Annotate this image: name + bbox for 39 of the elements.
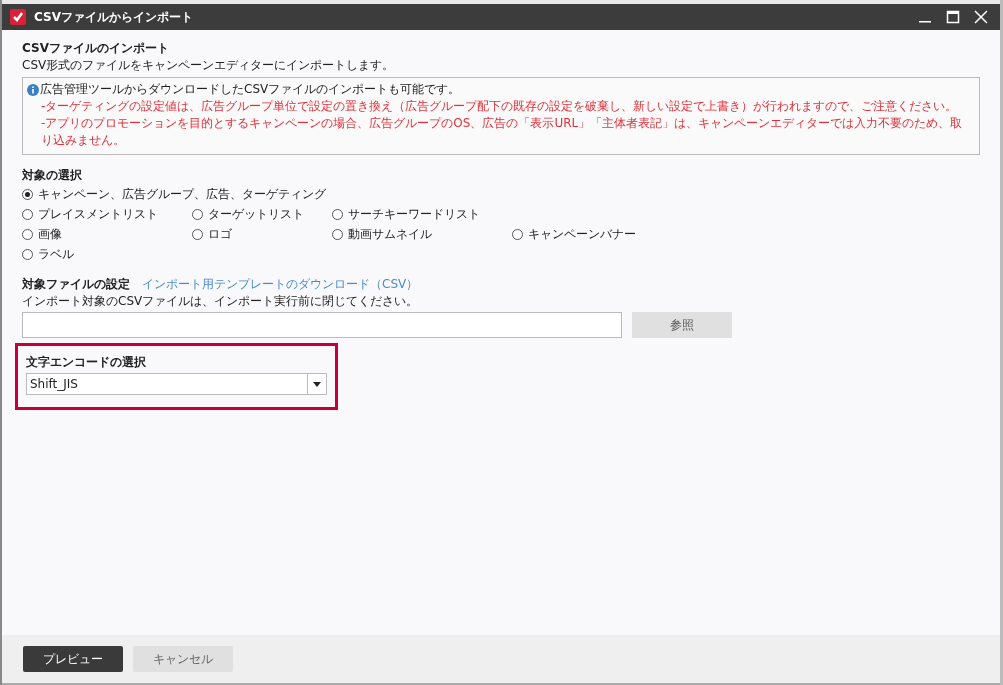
radio-option[interactable]: ロゴ <box>192 225 332 243</box>
encoding-dropdown[interactable]: Shift_JIS <box>26 373 327 395</box>
cancel-button[interactable]: キャンセル <box>133 646 233 672</box>
radio-option[interactable]: ラベル <box>22 245 74 263</box>
radio-button[interactable] <box>22 228 33 240</box>
radio-button[interactable] <box>332 228 343 240</box>
radio-option[interactable]: キャンペーンバナー <box>512 225 682 243</box>
file-path-field[interactable] <box>22 312 622 338</box>
radio-button[interactable] <box>332 208 343 220</box>
radio-button[interactable] <box>192 208 203 220</box>
info-text: 広告管理ツールからダウンロードしたCSVファイルのインポートも可能です。 <box>40 81 461 98</box>
section-title: 対象ファイルの設定 <box>22 276 130 293</box>
caret-icon <box>313 381 321 387</box>
radio-button[interactable] <box>22 208 33 220</box>
radio-option[interactable]: プレイスメントリスト <box>22 205 192 223</box>
warning-text: -ターゲティングの設定値は、広告グループ単位で設定の置き換え（広告グループ配下の既存の設定を破棄し、新しい設定で上書き）が行われますので、ご注意ください。 <box>40 98 959 115</box>
window-title: CSVファイルからインポート <box>34 8 193 26</box>
radio-button[interactable] <box>22 188 33 200</box>
note-text: インポート対象のCSVファイルは、インポート実行前に閉じてください。 <box>22 293 420 310</box>
description-text: CSV形式のファイルをキャンペーンエディターにインポートします。 <box>22 57 396 74</box>
radio-option[interactable]: 画像 <box>22 225 192 243</box>
warning-text: -アプリのプロモーションを目的とするキャンペーンの場合、広告グループのOS、広告の「表示URL」「主体者表記」は、キャンペーンエディターでは入力不要のため、取り込みません。 <box>40 115 964 149</box>
radio-option[interactable]: キャンペーン、広告グループ、広告、ターゲティング <box>22 185 326 203</box>
info-icon <box>27 83 39 96</box>
template-download-link[interactable]: インポート用テンプレートのダウンロード（CSV） <box>142 276 419 293</box>
radio-option[interactable]: 動画サムネイル <box>332 225 512 243</box>
section-title: CSVファイルのインポート <box>22 40 170 57</box>
preview-button[interactable]: プレビュー <box>23 646 123 672</box>
radio-option[interactable]: サーチキーワードリスト <box>332 205 512 223</box>
radio-option[interactable]: ターゲットリスト <box>192 205 332 223</box>
section-title: 対象の選択 <box>22 167 83 184</box>
radio-button[interactable] <box>512 228 523 240</box>
close-icon[interactable] <box>974 10 988 24</box>
radio-button[interactable] <box>22 248 33 260</box>
radio-button[interactable] <box>192 228 203 240</box>
browse-button[interactable]: 参照 <box>632 312 732 338</box>
section-title: 文字エンコードの選択 <box>26 354 147 371</box>
maximize-icon[interactable] <box>946 10 960 24</box>
app-icon <box>10 9 26 25</box>
